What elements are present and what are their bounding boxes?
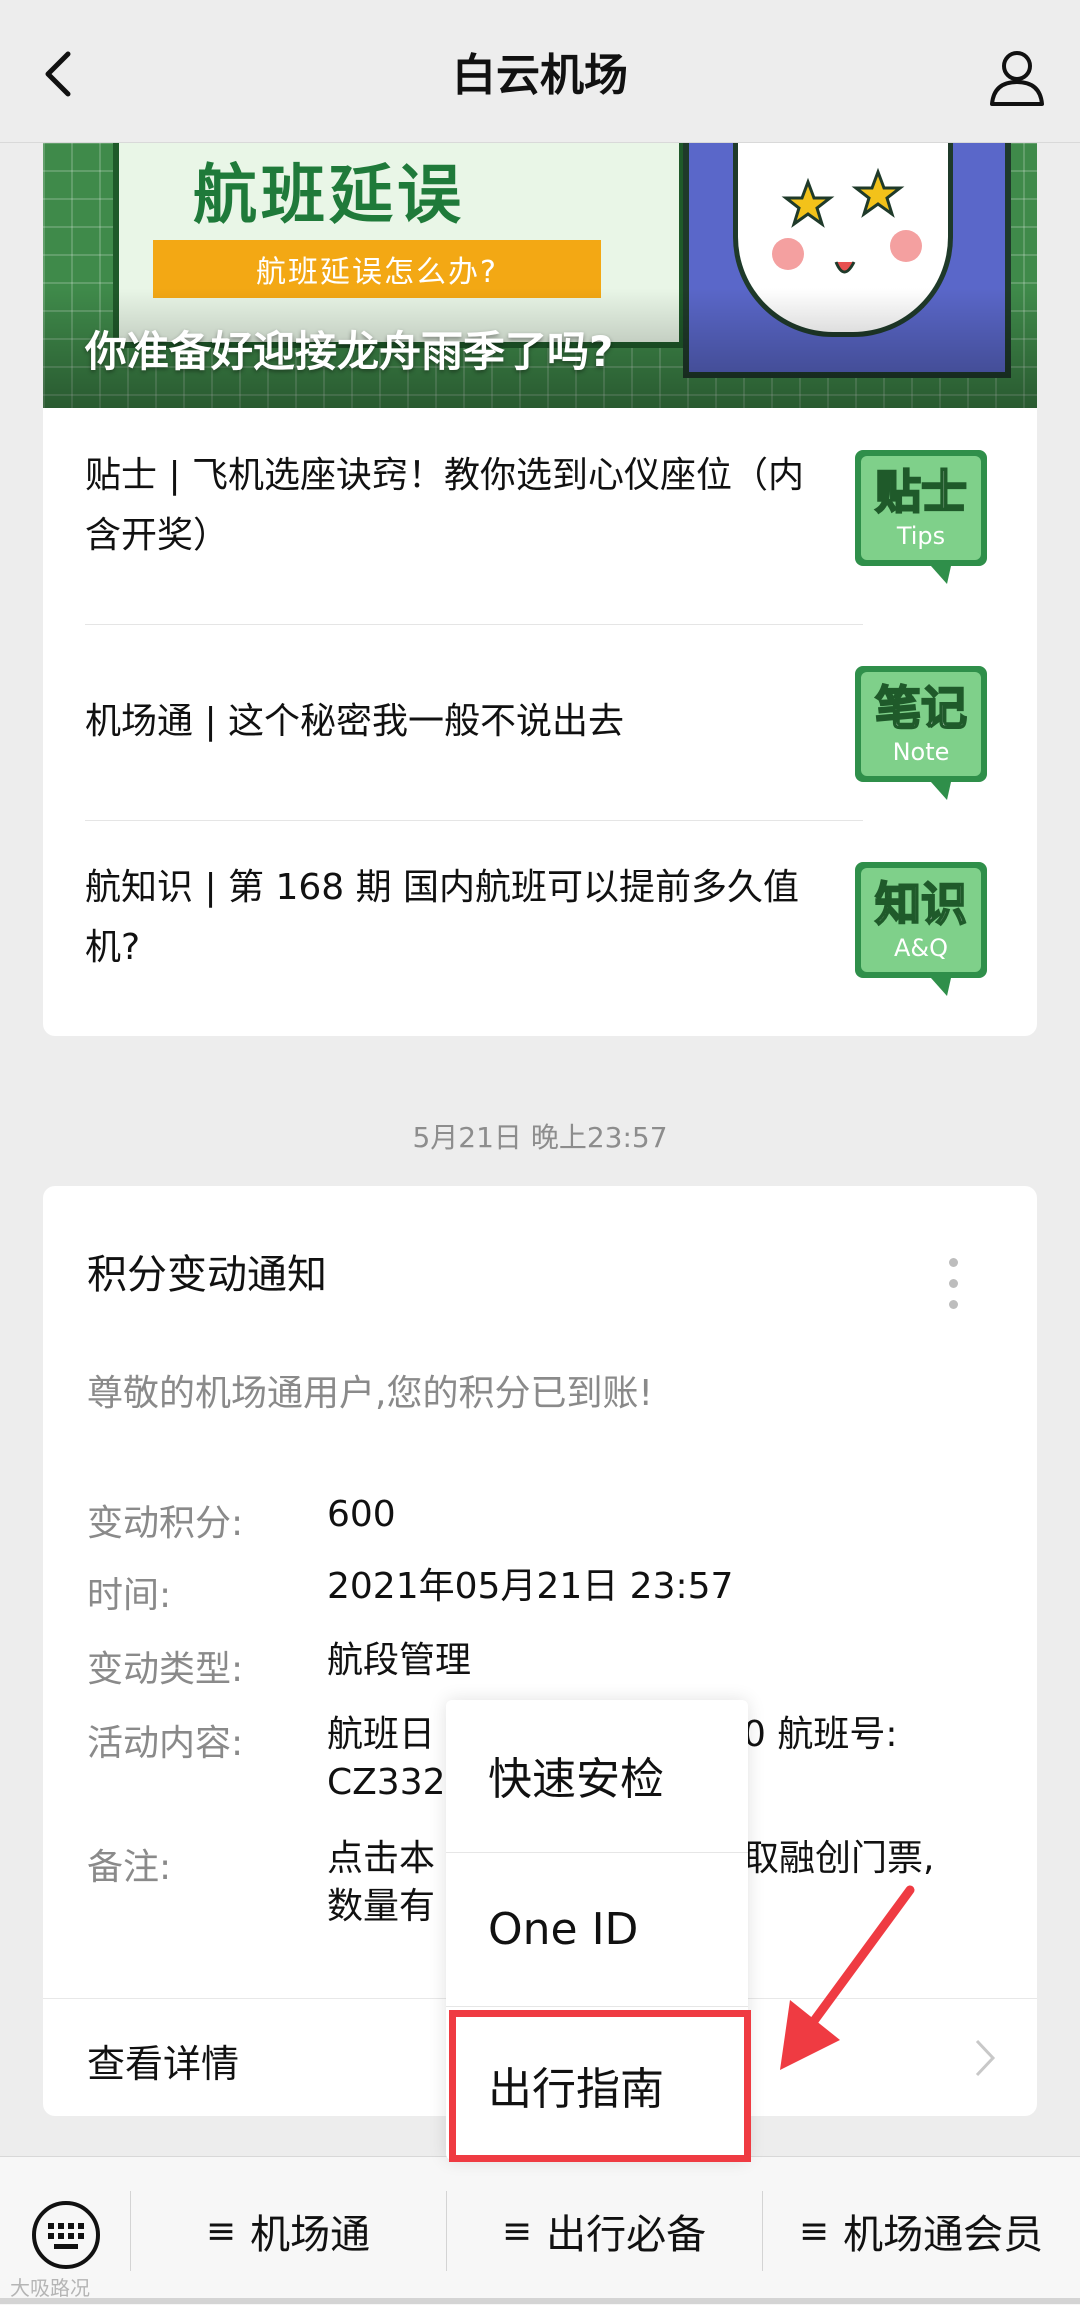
qa-badge-icon: 知识 A&Q [855, 862, 987, 996]
article-item[interactable]: 贴士 | 飞机选座诀窍！教你选到心仪座位（内含开奖） 贴士 Tips [85, 408, 995, 604]
banner-headline: 航班延误 [193, 159, 465, 233]
menu-button-travel-essentials[interactable]: ≡ 出行必备 [446, 2157, 762, 2305]
notification-greeting: 尊敬的机场通用户,您的积分已到账! [87, 1373, 653, 1414]
submenu-divider [446, 1852, 748, 1853]
submenu-divider [446, 2006, 748, 2007]
note-badge-icon: 笔记 Note [855, 666, 987, 800]
article-title: 贴士 | 飞机选座诀窍！教你选到心仪座位（内含开奖） [85, 455, 805, 556]
field-label: 备注: [87, 1847, 172, 1888]
menu-button-label: 机场通 [250, 2212, 371, 2258]
user-profile-icon[interactable] [984, 44, 1050, 110]
menu-button-label: 机场通会员 [843, 2212, 1044, 2258]
keyboard-toggle-icon[interactable] [30, 2199, 102, 2271]
field-value: 取融创门票, [743, 1838, 935, 1879]
back-arrow-icon[interactable] [30, 44, 90, 104]
badge-main-text: 知识 [875, 877, 967, 931]
view-details-label: 查看详情 [87, 2042, 240, 2086]
field-value: 0 航班号: [743, 1714, 898, 1755]
article-title: 航知识 | 第 168 期 国内航班可以提前多久值机? [85, 867, 800, 968]
menu-lines-icon: ≡ [205, 2210, 237, 2252]
more-options-icon[interactable] [947, 1258, 959, 1316]
annotation-highlight-box [449, 2010, 751, 2162]
tips-badge-icon: 贴士 Tips [855, 450, 987, 584]
menu-button-label: 出行必备 [546, 2212, 707, 2258]
bottom-strip [0, 2298, 1080, 2304]
field-value: 航班日 [327, 1714, 436, 1755]
notification-title: 积分变动通知 [87, 1252, 327, 1298]
article-item[interactable]: 航知识 | 第 168 期 国内航班可以提前多久值机? 知识 A&Q [85, 820, 995, 1016]
badge-main-text: 贴士 [875, 465, 967, 519]
menu-lines-icon: ≡ [501, 2210, 533, 2252]
field-value: 2021年05月21日 23:57 [327, 1566, 734, 1607]
watermark-text: 大吸路况 [10, 2276, 90, 2300]
field-label: 变动类型: [87, 1649, 244, 1690]
field-value: 600 [327, 1494, 396, 1535]
submenu-item-fast-security[interactable]: 快速安检 [446, 1700, 748, 1850]
annotation-arrow-icon [780, 1885, 915, 2070]
field-label: 时间: [87, 1575, 172, 1616]
field-value: 航段管理 [327, 1640, 472, 1681]
article-item[interactable]: 机场通 | 这个秘密我一般不说出去 笔记 Note [85, 624, 995, 820]
chevron-right-icon [975, 2039, 996, 2077]
article-banner[interactable]: 航班延误 航班延误怎么办? 你准备好迎接龙舟雨季了吗? [43, 142, 1037, 408]
nav-bar: 白云机场 [0, 0, 1080, 143]
article-card: 航班延误 航班延误怎么办? 你准备好迎接龙舟雨季了吗? 贴士 | 飞机选座诀窍！… [43, 142, 1037, 1036]
field-label: 活动内容: [87, 1723, 244, 1764]
submenu-item-one-id[interactable]: One ID [446, 1854, 748, 2004]
message-timestamp: 5月21日 晚上23:57 [412, 1121, 668, 1154]
menu-button-airport-pass[interactable]: ≡ 机场通 [130, 2157, 446, 2305]
field-value: 数量有 [327, 1886, 436, 1927]
badge-sub-text: A&Q [894, 934, 948, 962]
field-label: 变动积分: [87, 1503, 244, 1544]
banner-caption: 你准备好迎接龙舟雨季了吗? [85, 327, 614, 376]
badge-sub-text: Tips [896, 522, 945, 550]
badge-main-text: 笔记 [875, 681, 967, 735]
badge-sub-text: Note [893, 738, 950, 766]
article-title: 机场通 | 这个秘密我一般不说出去 [85, 701, 625, 742]
menu-button-membership[interactable]: ≡ 机场通会员 [762, 2157, 1080, 2305]
field-value: CZ332 [327, 1762, 446, 1803]
bottom-menu-bar: ≡ 机场通 ≡ 出行必备 ≡ 机场通会员 [0, 2156, 1080, 2305]
page-title: 白云机场 [452, 50, 628, 101]
field-value: 点击本 [327, 1838, 436, 1879]
menu-lines-icon: ≡ [798, 2210, 830, 2252]
